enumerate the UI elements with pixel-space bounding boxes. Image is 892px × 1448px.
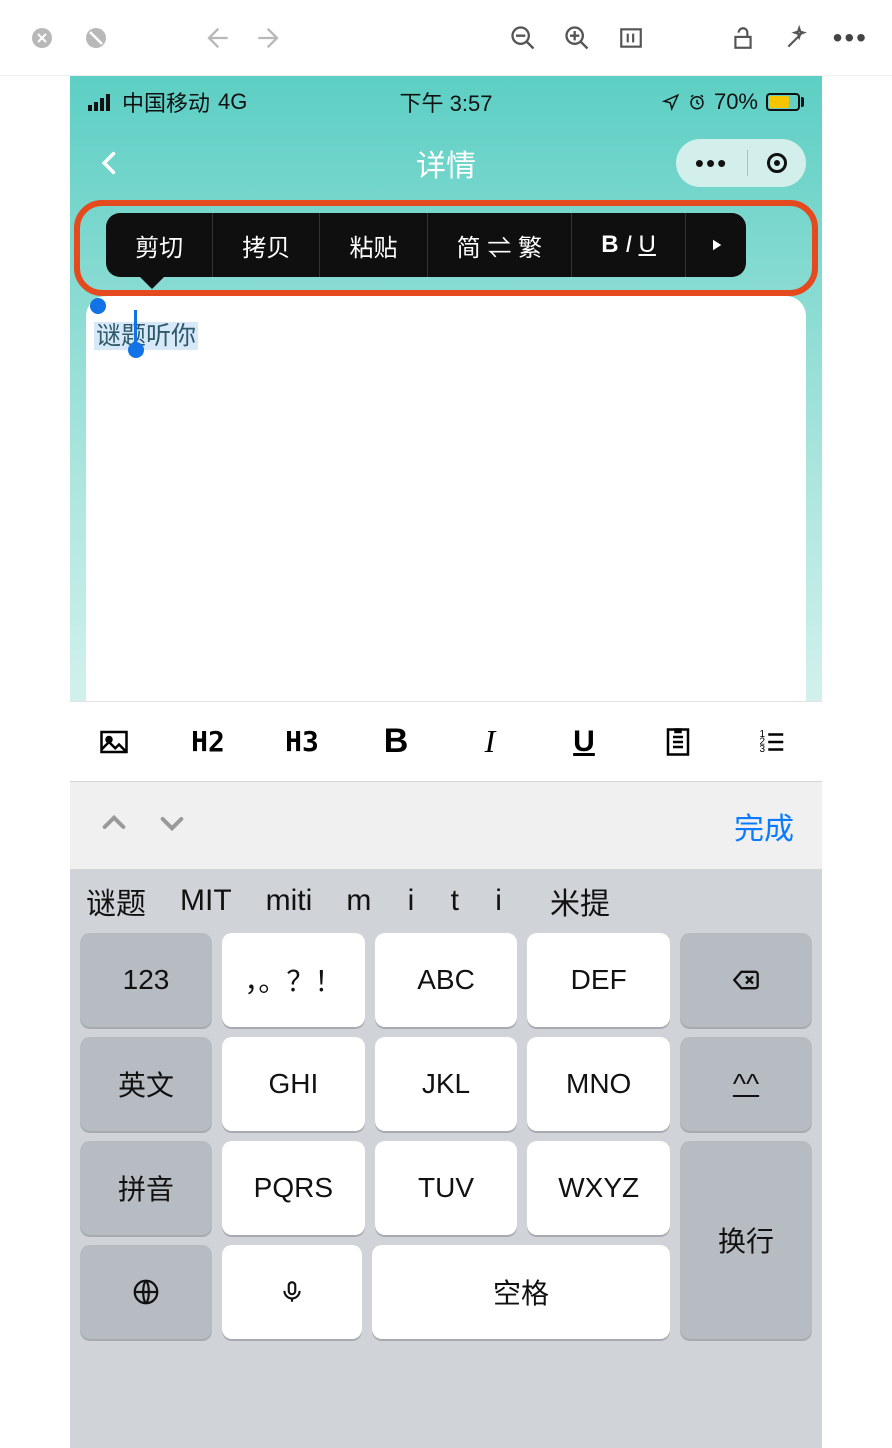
key-mno[interactable]: MNO — [527, 1037, 670, 1131]
text-context-menu: 剪切 拷贝 粘贴 简 ⇌ 繁 B I U — [106, 213, 746, 277]
capsule-menu-icon[interactable]: ••• — [695, 150, 728, 176]
key-jkl[interactable]: JKL — [375, 1037, 518, 1131]
checklist-button[interactable] — [646, 717, 710, 767]
back-button[interactable] — [90, 143, 130, 183]
ordered-list-button[interactable]: 123 — [740, 717, 804, 767]
underline-button[interactable]: U — [552, 717, 616, 767]
heading2-button[interactable]: H2 — [176, 717, 240, 767]
battery-icon — [766, 93, 804, 111]
candidate-item[interactable]: 米提 — [550, 879, 610, 923]
selection-end-handle[interactable] — [128, 342, 144, 358]
network-label: 4G — [218, 89, 247, 115]
text-cursor — [134, 310, 137, 344]
forward-icon[interactable] — [252, 20, 288, 56]
location-icon — [662, 93, 680, 111]
ctx-biu-button[interactable]: B I U — [572, 213, 686, 277]
svg-text:3: 3 — [760, 744, 766, 755]
ctx-paste-button[interactable]: 粘贴 — [320, 213, 427, 277]
key-space[interactable]: 空格 — [372, 1245, 670, 1339]
close-tab-icon[interactable] — [24, 20, 60, 56]
editor-text[interactable]: 谜题听你 — [94, 316, 198, 352]
italic-button[interactable]: I — [458, 717, 522, 767]
heading3-button[interactable]: H3 — [270, 717, 334, 767]
candidate-item[interactable]: m i t i — [346, 884, 516, 918]
capsule-close-icon[interactable] — [767, 153, 787, 173]
magic-wand-icon[interactable] — [779, 20, 815, 56]
key-wxyz[interactable]: WXYZ — [527, 1141, 670, 1235]
no-entry-icon[interactable] — [78, 20, 114, 56]
ctx-cut-button[interactable]: 剪切 — [106, 213, 213, 277]
candidate-item[interactable]: MIT — [180, 884, 232, 918]
selection-start-handle[interactable] — [90, 298, 106, 314]
key-english[interactable]: 英文 — [80, 1037, 212, 1131]
status-bar: 中国移动 4G 下午 3:57 70% — [70, 76, 822, 128]
key-mic[interactable] — [222, 1245, 362, 1339]
phone-screenshot: 中国移动 4G 下午 3:57 70% 详情 ••• 剪切 拷贝 粘贴 简 ⇌ … — [70, 76, 822, 1448]
clock-label: 下午 3:57 — [400, 86, 493, 118]
key-enter[interactable]: 换行 — [680, 1141, 812, 1339]
keyboard: 谜题 MIT miti m i t i 米提 123 ，。？！ ABC DEF … — [70, 869, 822, 1448]
zoom-out-icon[interactable] — [505, 20, 541, 56]
back-icon[interactable] — [198, 20, 234, 56]
carrier-label: 中国移动 — [122, 86, 210, 118]
content-card[interactable]: 谜题听你 — [86, 296, 806, 768]
prev-field-button[interactable] — [98, 807, 130, 844]
key-123[interactable]: 123 — [80, 933, 212, 1027]
key-pinyin[interactable]: 拼音 — [80, 1141, 212, 1235]
key-tuv[interactable]: TUV — [375, 1141, 518, 1235]
insert-image-button[interactable] — [82, 717, 146, 767]
zoom-in-icon[interactable] — [559, 20, 595, 56]
keyboard-accessory-bar: 完成 — [70, 781, 822, 869]
key-abc[interactable]: ABC — [375, 933, 518, 1027]
annotation-highlight: 剪切 拷贝 粘贴 简 ⇌ 繁 B I U — [74, 200, 818, 296]
key-def[interactable]: DEF — [527, 933, 670, 1027]
ctx-convert-button[interactable]: 简 ⇌ 繁 — [428, 213, 573, 277]
lock-icon[interactable] — [725, 20, 761, 56]
nav-bar: 详情 ••• — [70, 128, 822, 198]
key-pqrs[interactable]: PQRS — [222, 1141, 365, 1235]
window-toolbar: ••• — [0, 0, 892, 76]
key-globe[interactable] — [80, 1245, 212, 1339]
page-title: 详情 — [416, 141, 476, 185]
candidate-bar: 谜题 MIT miti m i t i 米提 — [70, 869, 822, 933]
done-button[interactable]: 完成 — [734, 804, 794, 848]
candidate-item[interactable]: 谜题 — [86, 879, 146, 923]
battery-percent: 70% — [714, 89, 758, 115]
ctx-copy-button[interactable]: 拷贝 — [213, 213, 320, 277]
alarm-icon — [688, 93, 706, 111]
miniprogram-capsule[interactable]: ••• — [676, 139, 806, 187]
key-emoji[interactable]: ^^ — [680, 1037, 812, 1131]
actual-size-icon[interactable] — [613, 20, 649, 56]
candidate-item[interactable]: miti — [266, 884, 313, 918]
key-ghi[interactable]: GHI — [222, 1037, 365, 1131]
signal-icon — [88, 93, 114, 111]
more-menu-icon[interactable]: ••• — [833, 22, 868, 54]
bold-button[interactable]: B — [364, 717, 428, 767]
key-punct[interactable]: ，。？！ — [222, 933, 365, 1027]
key-backspace[interactable] — [680, 933, 812, 1027]
next-field-button[interactable] — [156, 807, 188, 844]
editor-toolbar: H2 H3 B I U 123 — [70, 701, 822, 781]
ctx-more-button[interactable] — [686, 213, 746, 277]
